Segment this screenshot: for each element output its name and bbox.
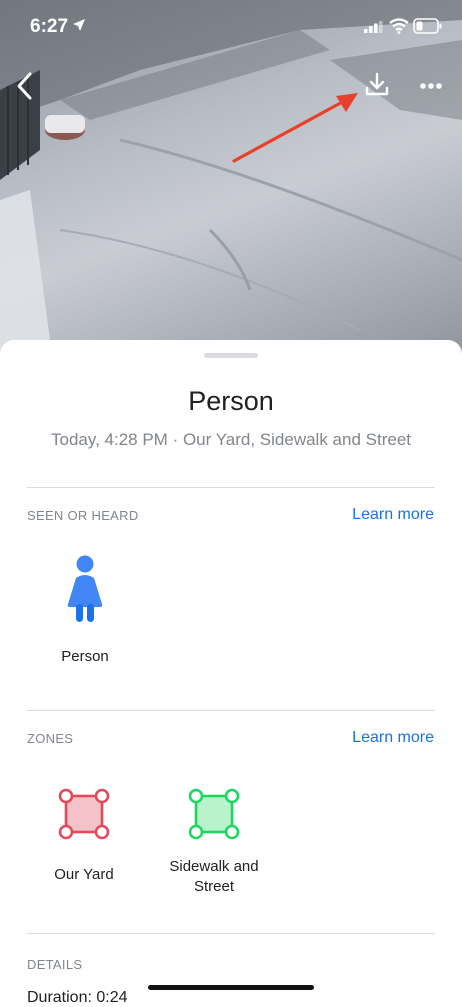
seen-or-heard-label: SEEN OR HEARD: [27, 508, 139, 523]
zone-red-icon: [58, 788, 110, 840]
chevron-left-icon: [17, 72, 32, 100]
seen-item-person[interactable]: Person: [40, 554, 130, 667]
status-time: 6:27: [30, 16, 69, 37]
divider: [27, 710, 435, 711]
download-icon: [365, 72, 389, 96]
zone-item-sidewalk-and-street[interactable]: Sidewalk and Street: [160, 786, 268, 897]
zone-label: Our Yard: [54, 866, 114, 883]
zones-learn-more-link[interactable]: Learn more: [352, 729, 434, 747]
back-button[interactable]: [12, 68, 44, 104]
zone-green-icon: [188, 788, 240, 840]
annotation-arrow-icon: [232, 93, 358, 163]
snowy-yard-image: [0, 0, 462, 360]
event-subtitle: Today, 4:28 PM · Our Yard, Sidewalk and …: [50, 430, 411, 449]
download-button[interactable]: [362, 70, 392, 100]
zones-label: ZONES: [27, 731, 74, 746]
more-options-button[interactable]: [416, 76, 446, 96]
person-icon: [67, 555, 103, 622]
camera-video-view[interactable]: 6:27: [0, 0, 462, 360]
more-horizontal-icon: [420, 83, 442, 89]
sheet-drag-handle[interactable]: [204, 353, 258, 358]
seen-learn-more-link[interactable]: Learn more: [352, 506, 434, 524]
event-title: Person: [188, 386, 274, 416]
divider: [27, 933, 435, 934]
details-label: DETAILS: [27, 957, 83, 972]
zone-label: Sidewalk and Street: [169, 858, 259, 895]
home-indicator[interactable]: [148, 985, 314, 990]
zone-item-our-yard[interactable]: Our Yard: [34, 786, 134, 885]
details-duration: Duration: 0:24: [27, 989, 128, 1006]
event-details-sheet: Person Today, 4:28 PM · Our Yard, Sidewa…: [0, 340, 462, 999]
seen-item-label: Person: [61, 648, 109, 665]
location-arrow-icon: [73, 19, 85, 31]
status-bar: 6:27: [0, 0, 462, 50]
cellular-signal-icon: [364, 21, 383, 33]
wifi-icon: [389, 18, 409, 34]
battery-icon: [413, 18, 442, 34]
divider: [27, 487, 435, 488]
